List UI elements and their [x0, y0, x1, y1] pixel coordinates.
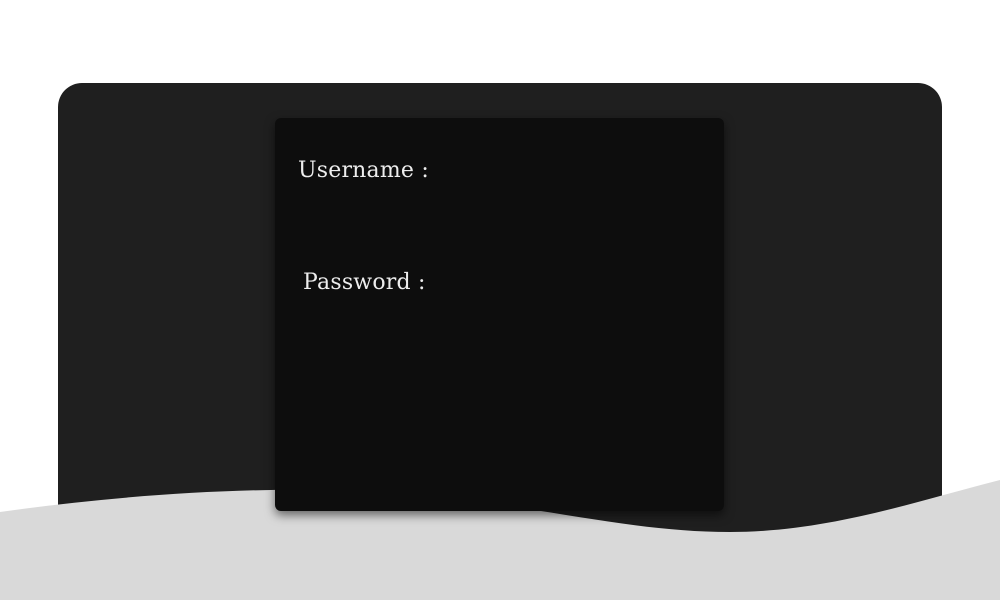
password-label: Password : [303, 270, 426, 295]
password-input[interactable] [423, 269, 701, 299]
login-card: Username : Password : [275, 118, 724, 511]
username-input[interactable] [423, 157, 701, 187]
login-page: Username : Password : [0, 0, 1000, 600]
username-label: Username : [298, 158, 429, 183]
